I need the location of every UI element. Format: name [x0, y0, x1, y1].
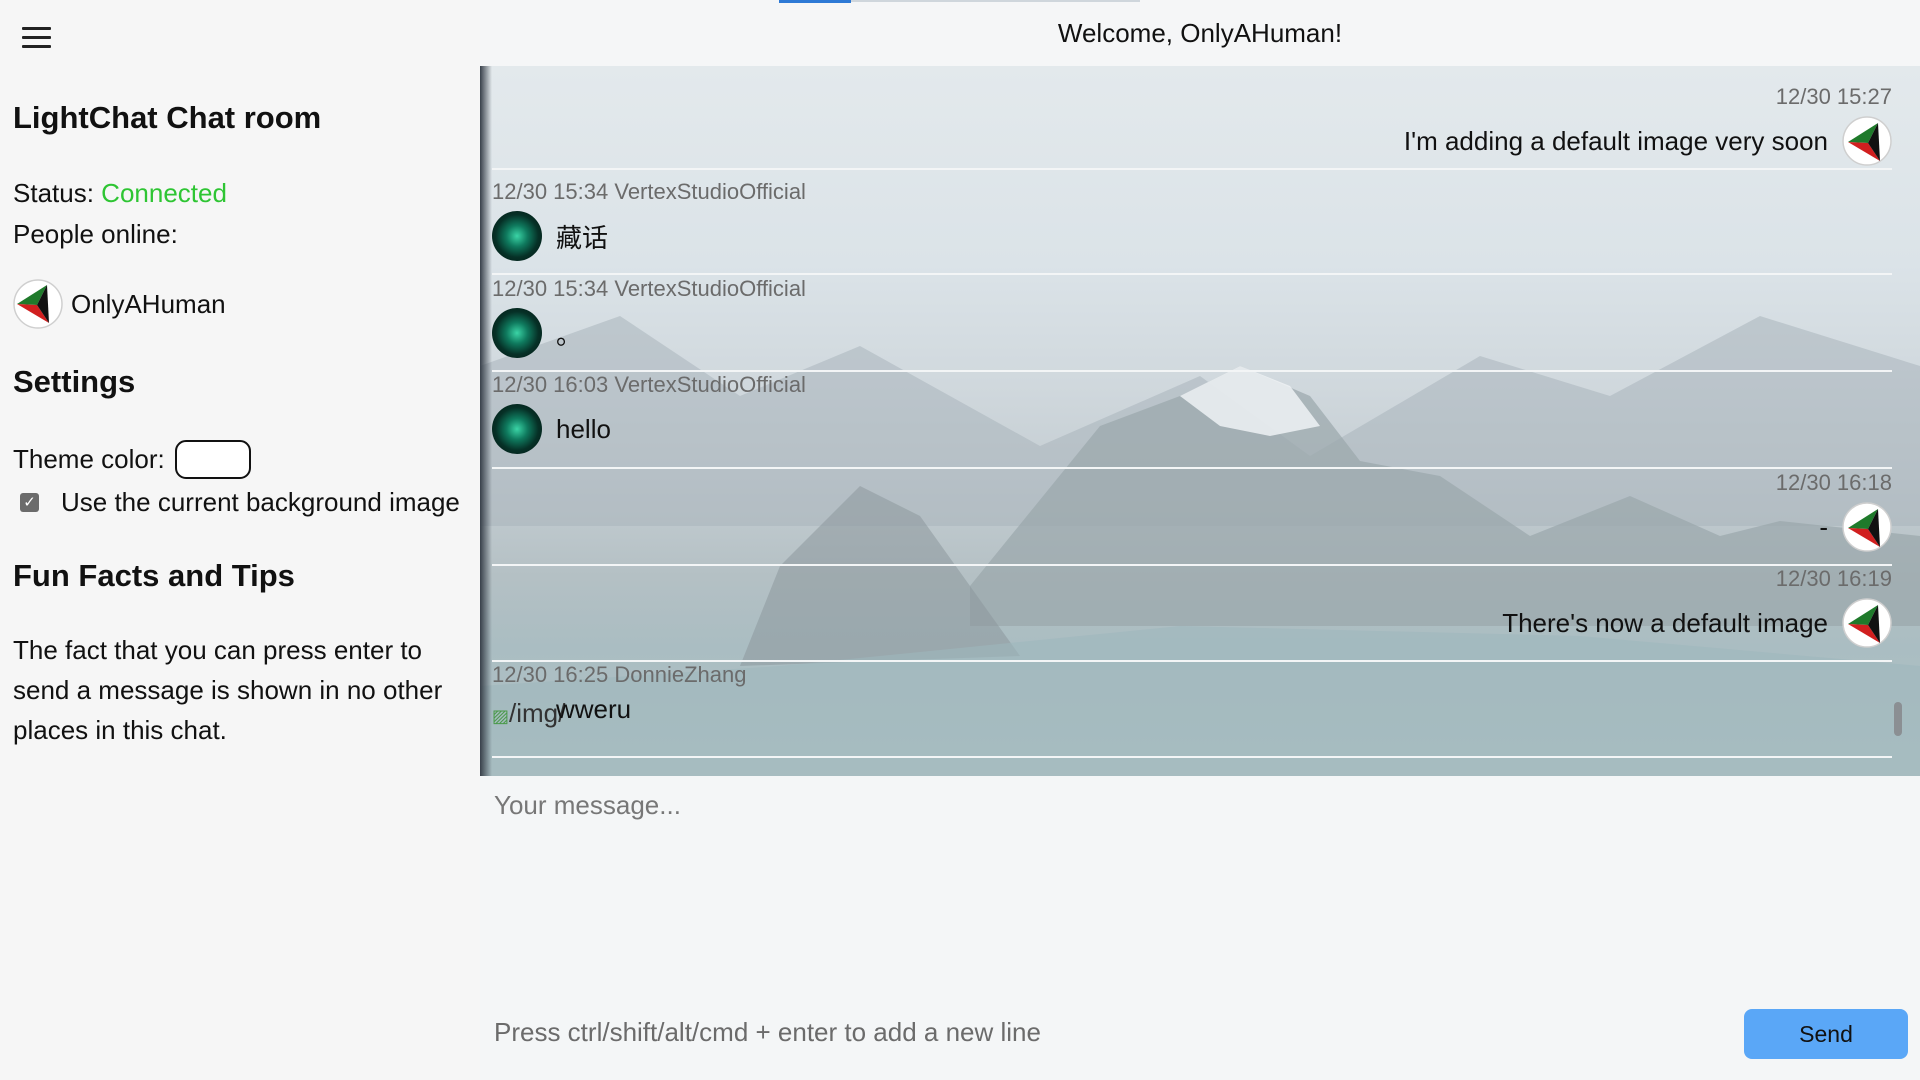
- message-text: -: [1819, 511, 1828, 542]
- tri-flag-icon[interactable]: [1842, 598, 1892, 648]
- aurora-icon[interactable]: [492, 404, 542, 454]
- tips-heading: Fun Facts and Tips: [13, 558, 295, 593]
- message-time: 12/30 15:34: [492, 276, 609, 301]
- background-image-option[interactable]: ✓ Use the current background image: [20, 487, 460, 518]
- theme-color-setting: Theme color:: [13, 440, 251, 479]
- theme-color-picker[interactable]: [174, 440, 251, 479]
- composer: Press ctrl/shift/alt/cmd + enter to add …: [480, 776, 1920, 1080]
- progress-accent: [779, 0, 851, 3]
- message-item: 12/30 16:25 DonnieZhang ▨/img/ wweru: [492, 662, 1892, 758]
- message-item: 12/30 15:34 VertexStudioOfficial 藏话: [492, 179, 1892, 275]
- room-title: LightChat Chat room: [13, 100, 322, 135]
- sidebar: LightChat Chat room Status: Connected Pe…: [0, 0, 480, 1080]
- chat-main: Welcome, OnlyAHuman! 12/30 15:27 I'm add…: [480, 0, 1920, 1080]
- people-online-label: People online:: [13, 219, 178, 249]
- welcome-text: Welcome, OnlyAHuman!: [1057, 18, 1343, 48]
- message-time: 12/30 15:27: [1775, 84, 1892, 109]
- message-text: wweru: [556, 694, 632, 724]
- background-image-label: Use the current background image: [61, 487, 460, 517]
- message-meta: 12/30 16:25 DonnieZhang: [492, 662, 1892, 688]
- broken-image-icon: ▨/img/: [492, 694, 565, 735]
- tri-flag-icon[interactable]: [1842, 502, 1892, 552]
- progress-track: [851, 0, 1140, 2]
- message-input[interactable]: [494, 790, 1894, 980]
- send-button[interactable]: Send: [1744, 1009, 1908, 1059]
- message-meta: 12/30 15:34 VertexStudioOfficial: [492, 276, 1892, 302]
- message-text: 。: [556, 319, 583, 350]
- theme-color-label: Theme color:: [13, 444, 165, 474]
- message-time: 12/30 16:03: [492, 372, 609, 397]
- status-label: Status:: [13, 178, 94, 208]
- message-user: VertexStudioOfficial: [614, 372, 806, 397]
- message-user: VertexStudioOfficial: [614, 179, 806, 204]
- connection-status: Status: Connected: [13, 178, 227, 209]
- status-value: Connected: [101, 178, 227, 208]
- message-meta: 12/30 15:34 VertexStudioOfficial: [492, 179, 1892, 205]
- tip-text: The fact that you can press enter to sen…: [13, 635, 443, 745]
- message-time: 12/30 16:25: [492, 662, 609, 687]
- message-item: 12/30 16:18 -: [492, 470, 1892, 566]
- tri-flag-icon[interactable]: [1842, 116, 1892, 166]
- message-time: 12/30 16:19: [1775, 566, 1892, 591]
- tri-flag-icon: [13, 279, 63, 329]
- broken-image-glyph: ▨: [492, 706, 510, 726]
- top-bar: Welcome, OnlyAHuman!: [480, 0, 1920, 66]
- message-time: 12/30 15:34: [492, 179, 609, 204]
- scrollbar-thumb[interactable]: [1894, 702, 1902, 736]
- message-text: 藏话: [556, 222, 609, 253]
- online-user[interactable]: OnlyAHuman: [13, 279, 226, 329]
- message-meta: 12/30 16:03 VertexStudioOfficial: [492, 372, 1892, 398]
- message-user: VertexStudioOfficial: [614, 276, 806, 301]
- aurora-icon[interactable]: [492, 211, 542, 261]
- sidebar-shadow: [480, 66, 492, 776]
- message-item: 12/30 15:34 VertexStudioOfficial 。: [492, 276, 1892, 372]
- newline-hint: Press ctrl/shift/alt/cmd + enter to add …: [494, 1017, 1041, 1047]
- aurora-icon[interactable]: [492, 308, 542, 358]
- message-list[interactable]: 12/30 15:27 I'm adding a default image v…: [480, 66, 1920, 776]
- message-text: hello: [556, 413, 611, 444]
- message-item: 12/30 16:19 There's now a default image: [492, 566, 1892, 662]
- message-time: 12/30 16:18: [1775, 470, 1892, 495]
- message-item: 12/30 15:27 I'm adding a default image v…: [492, 84, 1892, 170]
- online-user-name: OnlyAHuman: [71, 288, 226, 319]
- menu-icon[interactable]: [22, 27, 51, 49]
- settings-heading: Settings: [13, 364, 136, 399]
- message-item: 12/30 16:03 VertexStudioOfficial hello: [492, 372, 1892, 469]
- message-text: There's now a default image: [1502, 607, 1828, 638]
- message-text: I'm adding a default image very soon: [1403, 125, 1828, 156]
- background-image-checkbox[interactable]: ✓: [20, 493, 39, 512]
- message-user: DonnieZhang: [614, 662, 747, 687]
